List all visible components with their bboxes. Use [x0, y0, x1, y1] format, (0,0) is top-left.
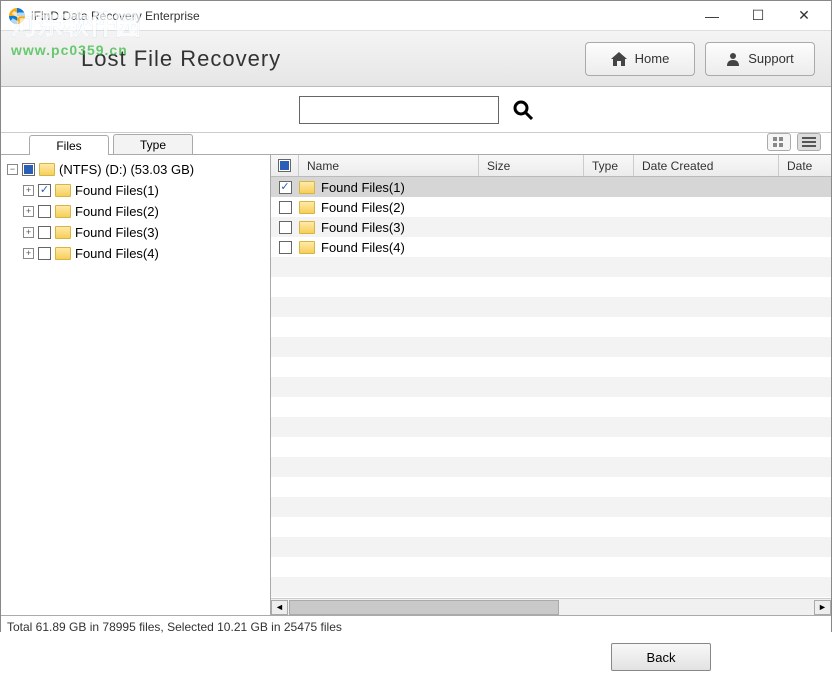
collapse-icon[interactable]: − [7, 164, 18, 175]
tree-item[interactable]: + Found Files(1) [3, 180, 268, 201]
list-panel: Name Size Type Date Created Date Found F… [271, 155, 831, 615]
titlebar: iFinD Data Recovery Enterprise — ☐ ✕ [1, 1, 831, 31]
list-header: Name Size Type Date Created Date [271, 155, 831, 177]
user-icon [726, 52, 740, 66]
page-title: Lost File Recovery [81, 46, 575, 72]
col-name[interactable]: Name [299, 155, 479, 176]
search-row [1, 87, 831, 133]
tree-root-label: (NTFS) (D:) (53.03 GB) [59, 162, 194, 177]
folder-icon [299, 201, 315, 214]
folder-icon [299, 181, 315, 194]
col-size[interactable]: Size [479, 155, 584, 176]
view-list-button[interactable] [797, 133, 821, 151]
list-row[interactable]: Found Files(4) [271, 237, 831, 257]
list-row-name: Found Files(3) [321, 220, 405, 235]
list-row-empty [271, 437, 831, 457]
list-row[interactable]: Found Files(2) [271, 197, 831, 217]
home-icon [611, 52, 627, 66]
list-row[interactable]: Found Files(1) [271, 177, 831, 197]
footer: Back [1, 637, 831, 677]
tree-item-label: Found Files(1) [75, 183, 159, 198]
folder-icon [55, 247, 71, 260]
horizontal-scrollbar[interactable]: ◄ ► [271, 598, 831, 615]
tree-item-checkbox[interactable] [38, 205, 51, 218]
scroll-left-icon[interactable]: ◄ [271, 600, 288, 615]
list-header-checkbox[interactable] [278, 159, 291, 172]
folder-icon [55, 226, 71, 239]
back-button[interactable]: Back [611, 643, 711, 671]
list-row-name: Found Files(4) [321, 240, 405, 255]
list-row-empty [271, 277, 831, 297]
scroll-right-icon[interactable]: ► [814, 600, 831, 615]
tab-row: Files Type [1, 133, 831, 155]
tree-item-checkbox[interactable] [38, 226, 51, 239]
expand-icon[interactable]: + [23, 185, 34, 196]
maximize-button[interactable]: ☐ [735, 1, 781, 31]
view-grid-button[interactable] [767, 133, 791, 151]
support-label: Support [748, 51, 794, 66]
header: Lost File Recovery Home Support [1, 31, 831, 87]
search-icon[interactable] [513, 100, 533, 120]
close-button[interactable]: ✕ [781, 1, 827, 31]
list-row-empty [271, 377, 831, 397]
list-row-empty [271, 477, 831, 497]
tree-panel: − (NTFS) (D:) (53.03 GB) + Found Files(1)… [1, 155, 271, 615]
list-body: Found Files(1) Found Files(2) Found Files(… [271, 177, 831, 598]
expand-icon[interactable]: + [23, 227, 34, 238]
status-bar: Total 61.89 GB in 78995 files, Selected … [1, 615, 831, 637]
folder-icon [39, 163, 55, 176]
expand-icon[interactable]: + [23, 248, 34, 259]
list-row-empty [271, 557, 831, 577]
list-row-name: Found Files(1) [321, 180, 405, 195]
list-row[interactable]: Found Files(3) [271, 217, 831, 237]
list-row-empty [271, 337, 831, 357]
list-row-empty [271, 297, 831, 317]
list-row-empty [271, 577, 831, 597]
list-row-empty [271, 497, 831, 517]
tree-item-checkbox[interactable] [38, 184, 51, 197]
list-row-checkbox[interactable] [279, 221, 292, 234]
list-row-empty [271, 457, 831, 477]
list-row-checkbox[interactable] [279, 181, 292, 194]
home-button[interactable]: Home [585, 42, 695, 76]
folder-icon [299, 241, 315, 254]
tree-item-checkbox[interactable] [38, 247, 51, 260]
tree-item[interactable]: + Found Files(3) [3, 222, 268, 243]
folder-icon [55, 184, 71, 197]
list-row-empty [271, 517, 831, 537]
search-input[interactable] [299, 96, 499, 124]
col-type[interactable]: Type [584, 155, 634, 176]
list-row-checkbox[interactable] [279, 241, 292, 254]
minimize-button[interactable]: — [689, 1, 735, 31]
main: − (NTFS) (D:) (53.03 GB) + Found Files(1)… [1, 155, 831, 615]
tree-item[interactable]: + Found Files(2) [3, 201, 268, 222]
list-row-empty [271, 257, 831, 277]
col-date-created[interactable]: Date Created [634, 155, 779, 176]
window-title: iFinD Data Recovery Enterprise [31, 9, 689, 23]
tree-root-checkbox[interactable] [22, 163, 35, 176]
tree-item[interactable]: + Found Files(4) [3, 243, 268, 264]
folder-icon [299, 221, 315, 234]
list-row-empty [271, 537, 831, 557]
tree-item-label: Found Files(3) [75, 225, 159, 240]
list-row-empty [271, 397, 831, 417]
tree-root[interactable]: − (NTFS) (D:) (53.03 GB) [3, 159, 268, 180]
tree-item-label: Found Files(4) [75, 246, 159, 261]
list-row-empty [271, 417, 831, 437]
tab-type[interactable]: Type [113, 134, 193, 154]
expand-icon[interactable]: + [23, 206, 34, 217]
tree-item-label: Found Files(2) [75, 204, 159, 219]
tab-files[interactable]: Files [29, 135, 109, 155]
col-date[interactable]: Date [779, 155, 831, 176]
list-row-empty [271, 357, 831, 377]
support-button[interactable]: Support [705, 42, 815, 76]
folder-icon [55, 205, 71, 218]
list-row-checkbox[interactable] [279, 201, 292, 214]
list-row-name: Found Files(2) [321, 200, 405, 215]
list-row-empty [271, 317, 831, 337]
app-icon [9, 8, 25, 24]
scroll-thumb[interactable] [289, 600, 559, 615]
home-label: Home [635, 51, 670, 66]
